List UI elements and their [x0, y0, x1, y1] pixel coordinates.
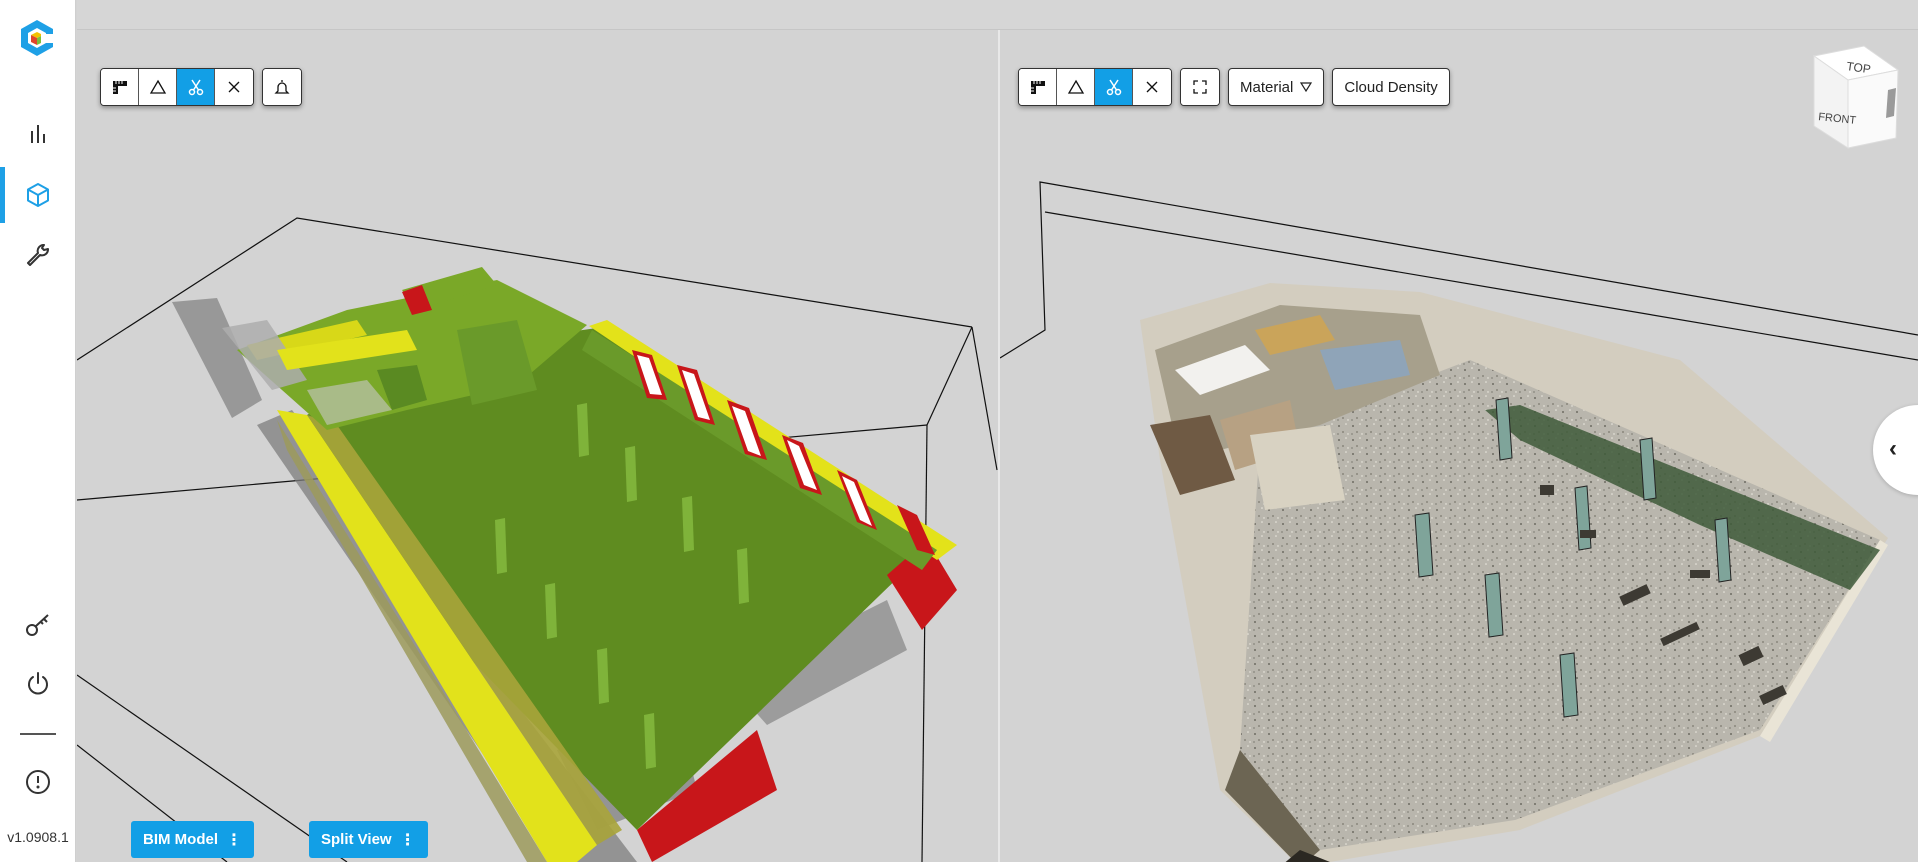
triangle-down-icon: [1300, 82, 1313, 92]
sidebar-divider: [20, 733, 56, 735]
left-clear-button[interactable]: [215, 69, 253, 105]
sidebar-item-logout[interactable]: [0, 656, 76, 712]
bell-icon: [274, 80, 290, 94]
power-icon: [28, 672, 48, 695]
right-tool-group: [1018, 68, 1172, 106]
ruler-icon: [112, 81, 127, 94]
app-logo-icon[interactable]: [19, 18, 55, 58]
left-tool-group: [100, 68, 254, 106]
sidebar-item-3d-view[interactable]: [0, 167, 76, 223]
right-clear-button[interactable]: [1133, 69, 1171, 105]
right-toolbar: Material Cloud Density: [1018, 68, 1450, 106]
key-icon: [26, 614, 49, 636]
cloud-density-label: Cloud Density: [1344, 78, 1438, 96]
bim-model-scene[interactable]: [77, 30, 998, 862]
sidebar: v1.0908.1: [0, 0, 76, 862]
material-label: Material: [1240, 78, 1294, 96]
cloud-density-button[interactable]: Cloud Density: [1332, 68, 1450, 106]
close-icon: [228, 81, 240, 93]
sidebar-item-tools[interactable]: [0, 227, 76, 283]
right-clip-button[interactable]: [1095, 69, 1133, 105]
bim-model-label: BIM Model: [143, 831, 218, 848]
material-dropdown[interactable]: Material: [1228, 68, 1325, 106]
right-area-button[interactable]: [1057, 69, 1095, 105]
top-strip: [77, 0, 1918, 30]
chevron-left-icon: ‹: [1889, 435, 1897, 462]
app-version: v1.0908.1: [7, 829, 69, 845]
left-notify-button[interactable]: [263, 69, 301, 105]
left-toolbar: [100, 68, 302, 106]
fullscreen-group: [1180, 68, 1220, 106]
bar-chart-icon: [31, 125, 45, 143]
right-measure-button[interactable]: [1019, 69, 1057, 105]
bim-viewport[interactable]: BIM Model ⋮ Split View ⋮: [77, 30, 998, 862]
more-vertical-icon: ⋮: [226, 831, 242, 849]
triangle-icon: [1067, 79, 1084, 94]
scissors-icon: [1106, 79, 1121, 96]
triangle-icon: [149, 79, 166, 94]
split-view-label: Split View: [321, 831, 392, 848]
sidebar-item-keys[interactable]: [0, 597, 76, 653]
fullscreen-button[interactable]: [1181, 69, 1219, 105]
bim-model-button[interactable]: BIM Model ⋮: [131, 821, 254, 858]
left-measure-button[interactable]: [101, 69, 139, 105]
scissors-icon: [188, 79, 203, 96]
ruler-icon: [1030, 81, 1045, 94]
cube-icon: [27, 183, 49, 207]
point-cloud-viewport[interactable]: Material Cloud Density: [1000, 30, 1918, 862]
expand-icon: [1193, 80, 1207, 94]
left-notify-group: [262, 68, 302, 106]
left-clip-button[interactable]: [177, 69, 215, 105]
info-icon: [26, 770, 50, 794]
point-cloud-scene[interactable]: [1000, 30, 1918, 862]
sidebar-item-analytics[interactable]: [0, 107, 76, 163]
left-area-button[interactable]: [139, 69, 177, 105]
sidebar-item-info[interactable]: [0, 754, 76, 810]
wrench-icon: [27, 244, 49, 266]
view-cube[interactable]: TOP FRONT: [1804, 44, 1904, 154]
more-vertical-icon: ⋮: [399, 831, 416, 849]
split-view-button[interactable]: Split View ⋮: [309, 821, 428, 858]
close-icon: [1146, 81, 1158, 93]
